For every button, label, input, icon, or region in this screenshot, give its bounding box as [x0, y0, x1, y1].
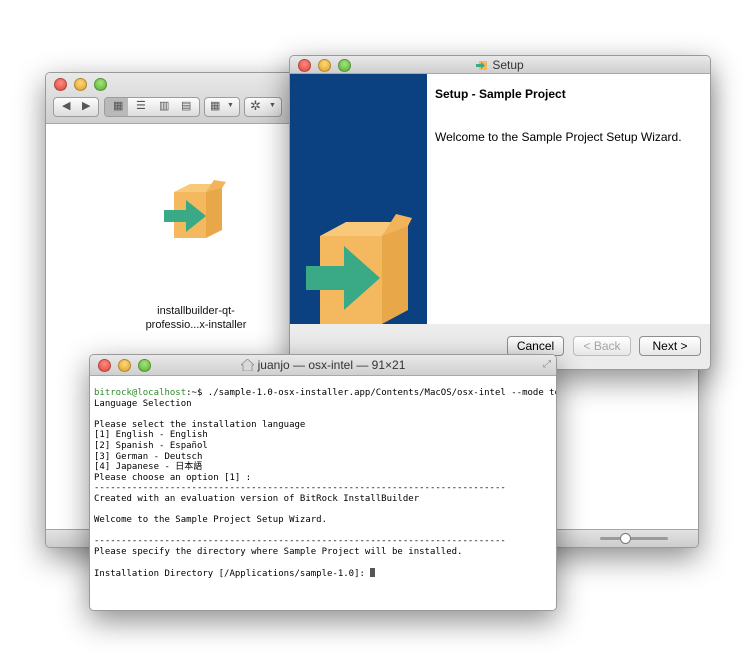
view-mode-control[interactable]: ▦ ☰ ▥ ▤ — [104, 97, 200, 117]
setup-title: Setup — [492, 58, 524, 72]
text-cursor — [370, 568, 376, 578]
arrange-icon: ▦ — [210, 100, 221, 112]
terminal-titlebar: juanjo — osx-intel — 91×21 ⤢ — [90, 355, 556, 376]
terminal-line: Please choose an option [1] : — [94, 472, 252, 483]
file-name-line1: installbuilder-qt- — [157, 305, 235, 317]
terminal-line: [1] English - English — [94, 430, 208, 441]
arrow-left-icon[interactable]: ◀ — [62, 99, 70, 112]
arrange-control[interactable]: ▦ ▼ — [204, 97, 240, 117]
setup-content: Setup - Sample Project Welcome to the Sa… — [427, 74, 710, 324]
back-forward-control[interactable]: ◀ ▶ — [53, 97, 99, 117]
coverflow-view-icon[interactable]: ▤ — [181, 99, 191, 112]
file-label[interactable]: installbuilder-qt- professio...x-install… — [106, 304, 286, 332]
terminal-line: Please select the installation language — [94, 419, 306, 430]
next-button[interactable]: Next > — [639, 336, 701, 356]
setup-welcome-text: Welcome to the Sample Project Setup Wiza… — [435, 130, 682, 144]
close-button[interactable] — [54, 78, 67, 91]
home-icon — [239, 358, 255, 372]
terminal-line: Welcome to the Sample Project Setup Wiza… — [94, 515, 327, 526]
terminal-line: Please specify the directory where Sampl… — [94, 546, 463, 557]
window-title: juanjo — osx-intel — 91×21 — [90, 358, 556, 372]
chevron-down-icon: ▼ — [269, 102, 276, 109]
column-view-icon[interactable]: ▥ — [159, 99, 169, 112]
terminal-line: [3] German - Deutsch — [94, 451, 203, 462]
input-line[interactable]: Installation Directory [/Applications/sa… — [94, 568, 552, 579]
action-control[interactable]: ✲ ▼ — [244, 97, 282, 117]
terminal-line: ----------------------------------------… — [94, 536, 506, 547]
zoom-button[interactable] — [94, 78, 107, 91]
arrow-right-icon[interactable]: ▶ — [82, 99, 90, 112]
prompt-user: bitrock@localhost — [94, 388, 187, 398]
list-view-icon[interactable]: ☰ — [136, 99, 146, 112]
setup-heading: Setup - Sample Project — [435, 87, 566, 101]
setup-sidebar — [290, 74, 427, 324]
resize-icon[interactable]: ⤢ — [543, 359, 551, 370]
grid-icon: ▦ — [113, 100, 124, 112]
minimize-button[interactable] — [74, 78, 87, 91]
file-name-line2: professio...x-installer — [145, 319, 247, 331]
window-title: Setup — [290, 58, 710, 72]
setup-window: Setup Setup - Sample Project Welcome to … — [289, 55, 711, 370]
terminal-output[interactable]: bitrock@localhost:~$ ./sample-1.0-osx-in… — [90, 376, 556, 610]
cancel-button[interactable]: Cancel — [507, 336, 564, 356]
terminal-title: juanjo — osx-intel — 91×21 — [257, 358, 406, 372]
slider-knob[interactable] — [620, 533, 631, 544]
terminal-line: [2] Spanish - Español — [94, 440, 208, 451]
setup-titlebar: Setup — [290, 56, 710, 74]
terminal-line: ----------------------------------------… — [94, 483, 506, 494]
directory-prompt: Installation Directory [/Applications/sa… — [94, 569, 371, 580]
package-arrow-icon[interactable] — [164, 180, 226, 240]
command-text: :~$ ./sample-1.0-osx-installer.app/Conte… — [186, 388, 557, 398]
icon-size-slider[interactable] — [600, 533, 668, 544]
terminal-line: [4] Japanese - 日本語 — [94, 462, 203, 473]
chevron-down-icon: ▼ — [227, 102, 234, 109]
gear-icon: ✲ — [250, 98, 261, 113]
command-line: bitrock@localhost:~$ ./sample-1.0-osx-in… — [94, 388, 556, 399]
back-button[interactable]: < Back — [573, 336, 631, 356]
terminal-window: juanjo — osx-intel — 91×21 ⤢ bitrock@loc… — [89, 354, 557, 611]
terminal-line: Created with an evaluation version of Bi… — [94, 493, 420, 504]
package-arrow-icon — [306, 214, 412, 324]
terminal-line: Language Selection — [94, 398, 192, 409]
package-arrow-icon — [476, 61, 488, 70]
